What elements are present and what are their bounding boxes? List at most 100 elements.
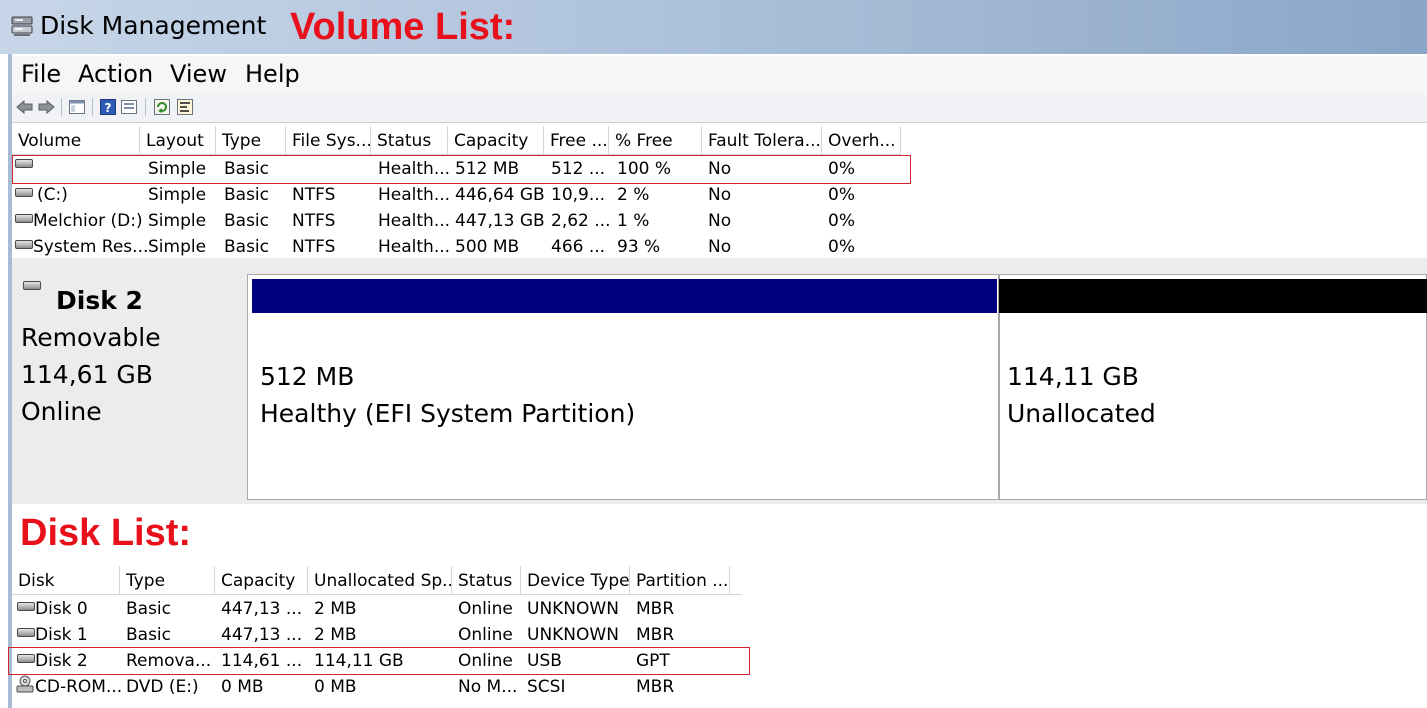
menu-view[interactable]: View bbox=[170, 60, 227, 88]
disk-row-status: Online bbox=[458, 625, 513, 645]
col-disk[interactable]: Disk bbox=[12, 566, 120, 594]
refresh-icon[interactable] bbox=[153, 98, 171, 116]
cd-rom-icon bbox=[16, 675, 34, 693]
volume-drive-icon bbox=[15, 214, 33, 223]
help-icon[interactable]: ? bbox=[99, 98, 117, 116]
volume-free-space: 2,62 ... bbox=[551, 211, 611, 231]
disk-row-type: DVD (E:) bbox=[126, 677, 199, 697]
volume-overhead: 0% bbox=[828, 211, 855, 231]
col-layout[interactable]: Layout bbox=[140, 126, 216, 154]
volume-type: Basic bbox=[224, 211, 270, 231]
volume-list-header: Volume Layout Type File Sys... Status Ca… bbox=[12, 126, 901, 155]
disk-state: Online bbox=[21, 397, 102, 426]
disk-list-annotation: Disk List: bbox=[20, 512, 192, 554]
volume-fault-tolerance: No bbox=[708, 211, 732, 231]
volume-layout: Simple bbox=[148, 211, 207, 231]
partition-unallocated-status: Unallocated bbox=[1007, 399, 1156, 428]
volume-percent-free: 1 % bbox=[617, 211, 650, 231]
disk-kind: Removable bbox=[21, 323, 161, 352]
volume-status: Health... bbox=[378, 237, 451, 257]
svg-text:?: ? bbox=[105, 101, 112, 115]
volume-file-system: NTFS bbox=[292, 211, 336, 231]
volume-file-system: NTFS bbox=[292, 185, 336, 205]
col-volume[interactable]: Volume bbox=[12, 126, 140, 154]
disk-management-app-icon bbox=[10, 14, 34, 38]
menu-help[interactable]: Help bbox=[245, 60, 300, 88]
col-status[interactable]: Status bbox=[371, 126, 448, 154]
col-unallocated-space[interactable]: Unallocated Sp... bbox=[308, 566, 452, 594]
disk-row-name[interactable]: Disk 0 bbox=[35, 599, 88, 619]
volume-capacity: 446,64 GB bbox=[455, 185, 545, 205]
partition-unallocated-size: 114,11 GB bbox=[1007, 362, 1139, 391]
col-device-type[interactable]: Device Type bbox=[521, 566, 630, 594]
disk-row-name[interactable]: CD-ROM... bbox=[35, 677, 122, 697]
forward-arrow-icon[interactable] bbox=[37, 98, 55, 116]
col-free-space[interactable]: Free ... bbox=[544, 126, 609, 154]
disk-row-type: Basic bbox=[126, 625, 172, 645]
window-title: Disk Management bbox=[40, 11, 267, 40]
disk-row-type: Basic bbox=[126, 599, 172, 619]
toolbar-separator bbox=[92, 98, 93, 116]
disk-row-partition-style: MBR bbox=[636, 599, 675, 619]
col-partition-style[interactable]: Partition ... bbox=[630, 566, 730, 594]
disk-row-status: No M... bbox=[458, 677, 518, 697]
volume-overhead: 0% bbox=[828, 237, 855, 257]
disk-row-name[interactable]: Disk 1 bbox=[35, 625, 88, 645]
toolbar-separator bbox=[61, 98, 62, 116]
volume-layout: Simple bbox=[148, 237, 207, 257]
volume-type: Basic bbox=[224, 237, 270, 257]
volume-drive-icon bbox=[15, 240, 33, 249]
col-fault-tolerance[interactable]: Fault Tolera... bbox=[702, 126, 822, 154]
volume-layout: Simple bbox=[148, 185, 207, 205]
col-percent-free[interactable]: % Free bbox=[609, 126, 702, 154]
disk-row-partition-style: MBR bbox=[636, 625, 675, 645]
partition-unallocated-bar bbox=[999, 279, 1427, 313]
disk-row-highlight[interactable] bbox=[8, 647, 750, 675]
disk-row-device-type: UNKNOWN bbox=[527, 599, 619, 619]
disk-row-unallocated: 2 MB bbox=[314, 599, 357, 619]
col-overhead[interactable]: Overh... bbox=[822, 126, 901, 154]
col-type[interactable]: Type bbox=[216, 126, 286, 154]
disk-drive-icon bbox=[17, 628, 35, 637]
col-disk-type[interactable]: Type bbox=[120, 566, 215, 594]
disk-row-capacity: 447,13 ... bbox=[221, 599, 303, 619]
disk-row-unallocated: 2 MB bbox=[314, 625, 357, 645]
volume-name[interactable]: Melchior (D:) bbox=[33, 211, 143, 231]
volume-drive-icon bbox=[15, 188, 33, 197]
disk-name: Disk 2 bbox=[56, 286, 143, 315]
col-capacity[interactable]: Capacity bbox=[448, 126, 544, 154]
disk-size: 114,61 GB bbox=[21, 360, 153, 389]
disk-row-unallocated: 0 MB bbox=[314, 677, 357, 697]
back-arrow-icon[interactable] bbox=[16, 98, 34, 116]
menu-action[interactable]: Action bbox=[78, 60, 153, 88]
disk-list-header: Disk Type Capacity Unallocated Sp... Sta… bbox=[12, 566, 742, 595]
disk-row-partition-style: MBR bbox=[636, 677, 675, 697]
disk-row-capacity: 447,13 ... bbox=[221, 625, 303, 645]
disk-drive-icon bbox=[17, 602, 35, 611]
disk-row-status: Online bbox=[458, 599, 513, 619]
console-tree-icon[interactable] bbox=[68, 98, 86, 116]
disk-row-device-type: UNKNOWN bbox=[527, 625, 619, 645]
volume-row-highlight[interactable] bbox=[12, 155, 911, 184]
partition-efi-status: Healthy (EFI System Partition) bbox=[260, 399, 636, 428]
col-disk-status[interactable]: Status bbox=[452, 566, 521, 594]
list-view-icon[interactable] bbox=[120, 98, 138, 116]
volume-percent-free: 93 % bbox=[617, 237, 661, 257]
volume-file-system: NTFS bbox=[292, 237, 336, 257]
partition-efi-size: 512 MB bbox=[260, 362, 355, 391]
volume-name[interactable]: (C:) bbox=[37, 185, 68, 205]
volume-type: Basic bbox=[224, 185, 270, 205]
menu-file[interactable]: File bbox=[21, 60, 61, 88]
volume-name[interactable]: System Res... bbox=[33, 237, 148, 257]
volume-fault-tolerance: No bbox=[708, 237, 732, 257]
volume-capacity: 447,13 GB bbox=[455, 211, 545, 231]
volume-overhead: 0% bbox=[828, 185, 855, 205]
properties-icon[interactable] bbox=[176, 98, 194, 116]
toolbar-separator bbox=[145, 98, 146, 116]
disk-row-device-type: SCSI bbox=[527, 677, 566, 697]
col-file-system[interactable]: File Sys... bbox=[286, 126, 371, 154]
partition-efi-bar bbox=[252, 279, 997, 313]
volume-capacity: 500 MB bbox=[455, 237, 520, 257]
volume-status: Health... bbox=[378, 211, 451, 231]
col-disk-capacity[interactable]: Capacity bbox=[215, 566, 308, 594]
